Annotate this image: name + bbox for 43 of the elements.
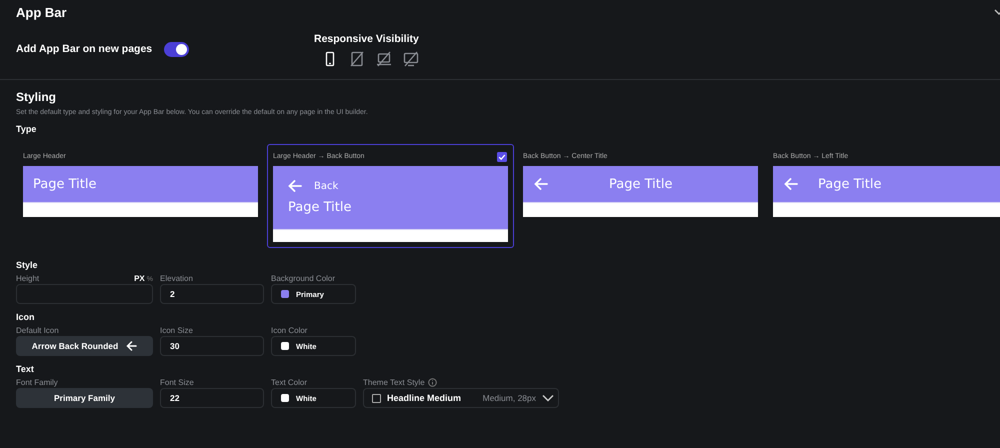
field-label: Icon Color <box>271 326 308 334</box>
field-label: Background Color <box>271 274 336 282</box>
dropdown-field[interactable]: Headline Medium Medium, 28px <box>363 388 559 408</box>
section-title: App Bar <box>16 4 67 20</box>
chevron-icon <box>542 394 554 402</box>
back-arrow-icon <box>288 180 302 192</box>
page-title: Page Title <box>609 176 672 192</box>
responsive-visibility-label: Responsive Visibility <box>314 33 419 45</box>
input-field[interactable]: 2 <box>160 284 264 304</box>
page-title: Page Title <box>288 200 352 215</box>
checkbox[interactable] <box>372 394 381 402</box>
dropdown-value: Headline Medium <box>387 393 462 403</box>
page-title: Page Title <box>33 176 96 192</box>
page-title: Page Title <box>818 176 882 192</box>
group-title: Text <box>16 363 35 376</box>
field-label: Text Color <box>271 378 308 386</box>
group-title: Style <box>16 259 39 272</box>
field-label: Default Icon <box>16 326 59 334</box>
input-field[interactable]: 22 <box>160 388 264 408</box>
field-label: Font Family <box>16 378 58 386</box>
input-field[interactable] <box>16 284 153 304</box>
back-arrow-icon <box>534 178 548 190</box>
unit-toggle[interactable]: PX <box>134 274 145 282</box>
group-title: Icon <box>16 311 36 324</box>
picker-button[interactable]: Arrow Back Rounded <box>16 336 153 356</box>
field-label: Icon Size <box>160 326 193 334</box>
tablet-icon[interactable] <box>349 51 365 67</box>
input-field[interactable]: 30 <box>160 336 264 356</box>
toggle-switch[interactable] <box>164 42 190 56</box>
picker-button[interactable]: Primary Family <box>16 388 153 408</box>
field-label: Height <box>16 274 40 282</box>
field-label: Elevation <box>160 274 193 282</box>
checkbox-icon[interactable] <box>497 152 507 162</box>
field-label: Font Size <box>160 378 194 386</box>
toggle-label: Add App Bar on new pages <box>16 43 152 55</box>
section-title: Styling <box>16 89 58 105</box>
back-arrow-icon <box>784 178 798 190</box>
group-title: Type <box>16 123 38 136</box>
laptop-icon[interactable] <box>376 51 392 67</box>
desktop-icon[interactable] <box>403 51 419 67</box>
field-label: Theme Text Style <box>363 378 425 386</box>
back-label: Back <box>314 180 338 192</box>
dropdown-hint: Medium, 28px <box>482 393 536 403</box>
